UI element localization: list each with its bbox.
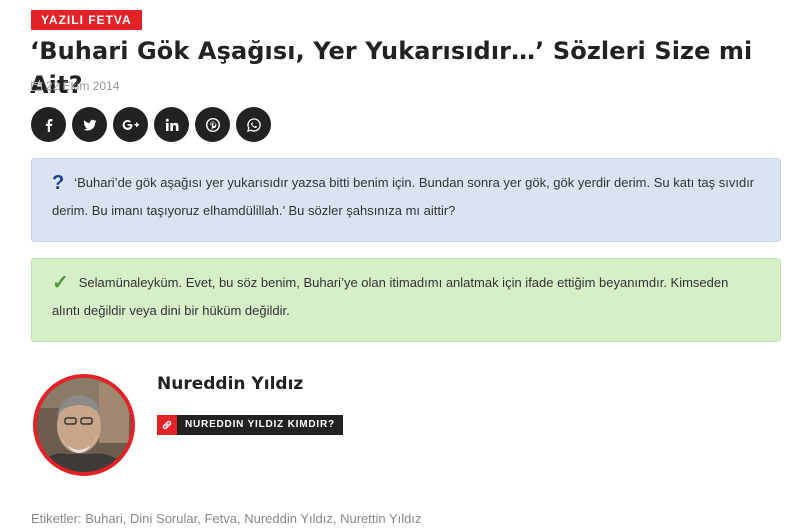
question-box: ? ‘Buhari’de gök aşağısı yer yukarısıdır … [31, 158, 781, 242]
google-plus-share-button[interactable] [113, 107, 148, 142]
linkedin-share-button[interactable] [154, 107, 189, 142]
google-plus-icon [122, 119, 139, 130]
checkmark-icon: ✓ [52, 272, 69, 294]
tag-link[interactable]: Buhari [85, 511, 123, 526]
calendar-icon [31, 81, 42, 91]
author-link-label: NUREDDIN YILDIZ KIMDIR? [177, 415, 343, 435]
whatsapp-icon [246, 117, 261, 132]
page-title: ‘Buhari Gök Aşağısı, Yer Yukarısıdır…’ S… [30, 37, 753, 99]
answer-box: ✓ Selamünaleyküm. Evet, bu söz benim, Buh… [31, 258, 781, 342]
share-buttons [31, 107, 271, 142]
tag-link[interactable]: Nurettin Yıldız [340, 511, 421, 526]
tags-row: Etiketler: Buhari, Dini Sorular, Fetva, … [31, 511, 422, 526]
linkedin-icon [165, 118, 178, 131]
tags-prefix: Etiketler: [31, 511, 82, 526]
tag-link[interactable]: Dini Sorular [130, 511, 197, 526]
answer-text: Selamünaleyküm. Evet, bu söz benim, Buha… [52, 275, 729, 318]
twitter-share-button[interactable] [72, 107, 107, 142]
author-profile-link[interactable]: NUREDDIN YILDIZ KIMDIR? [157, 415, 343, 435]
twitter-icon [82, 119, 96, 130]
facebook-share-button[interactable] [31, 107, 66, 142]
tag-link[interactable]: Nureddin Yıldız [244, 511, 333, 526]
pinterest-share-button[interactable] [195, 107, 230, 142]
link-icon [157, 415, 177, 435]
whatsapp-share-button[interactable] [236, 107, 271, 142]
author-photo [37, 378, 131, 472]
post-date: 22 Ekim 2014 [46, 79, 120, 93]
facebook-icon [45, 118, 52, 132]
author-name[interactable]: Nureddin Yıldız [157, 374, 303, 394]
tag-link[interactable]: Fetva [204, 511, 237, 526]
question-icon: ? [52, 172, 65, 194]
question-text: ‘Buhari’de gök aşağısı yer yukarısıdır y… [52, 175, 755, 218]
author-avatar[interactable] [33, 374, 135, 476]
post-meta: 22 Ekim 2014 [31, 78, 119, 94]
category-badge[interactable]: YAZILI FETVA [31, 10, 142, 30]
pinterest-icon [205, 117, 220, 132]
